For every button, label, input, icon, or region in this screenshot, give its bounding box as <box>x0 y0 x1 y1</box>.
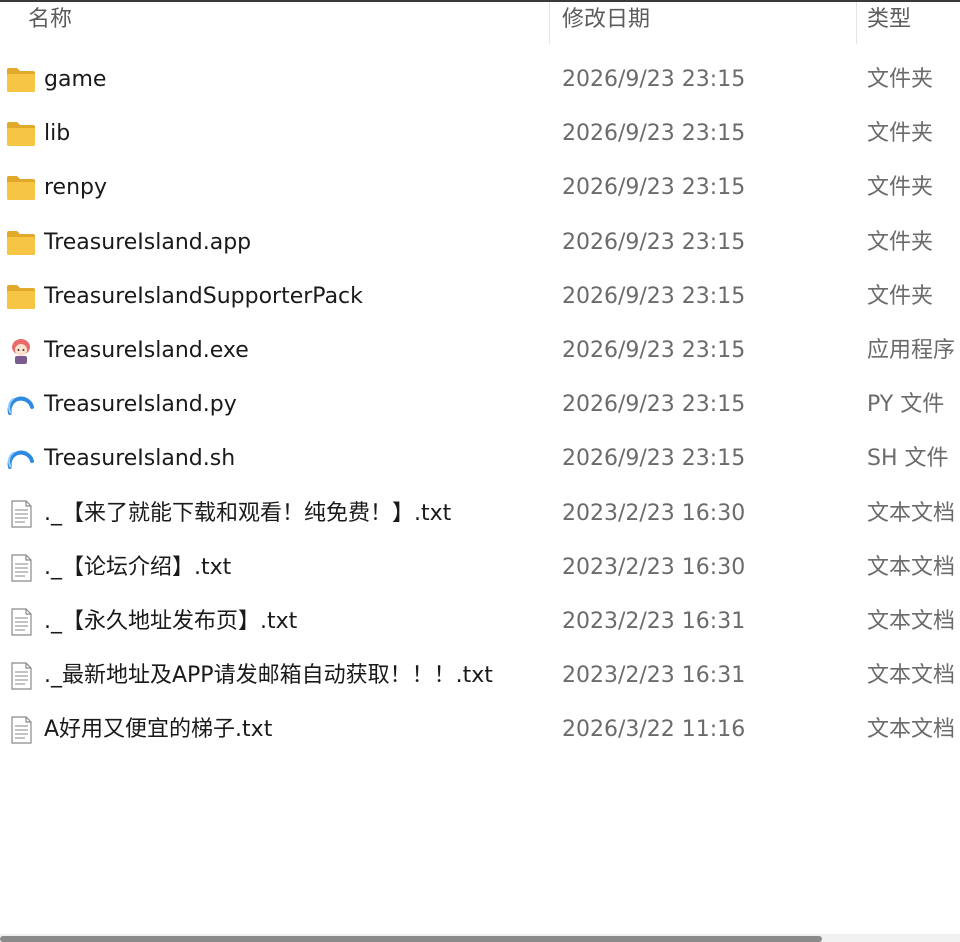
file-modified-date: 2026/9/23 23:15 <box>562 337 746 363</box>
file-type: 文件夹 <box>867 229 934 255</box>
file-type: 文件夹 <box>867 175 934 201</box>
file-modified-date: 2023/2/23 16:31 <box>562 608 746 634</box>
text-file-icon <box>5 662 37 690</box>
column-header-type[interactable]: 类型 <box>867 0 960 44</box>
file-name[interactable]: TreasureIslandSupporterPack <box>44 270 549 324</box>
file-type: 文本文档 <box>867 500 956 526</box>
app-character-icon <box>5 337 37 365</box>
text-file-icon <box>5 499 37 528</box>
file-type: 应用程序 <box>867 337 956 363</box>
folder-icon <box>5 229 37 257</box>
file-type: 文本文档 <box>867 608 956 634</box>
file-name[interactable]: TreasureIsland.app <box>44 216 549 270</box>
file-type: PY 文件 <box>867 392 945 418</box>
file-row[interactable]: lib 2026/9/23 23:15 文件夹 <box>0 107 960 161</box>
folder-icon <box>5 283 37 311</box>
column-header-bar: 名称 修改日期 类型 <box>0 0 960 44</box>
file-modified-date: 2026/9/23 23:15 <box>562 392 746 418</box>
file-explorer-list: 名称 修改日期 类型 game 2026/9/23 23:15 文件夹 lib 2026… <box>0 0 960 942</box>
column-divider-date-type[interactable] <box>856 2 857 44</box>
file-modified-date: 2023/2/23 16:30 <box>562 500 746 526</box>
script-ring-icon <box>5 391 37 419</box>
file-row[interactable]: TreasureIsland.app 2026/9/23 23:15 文件夹 <box>0 216 960 270</box>
file-name[interactable]: renpy <box>44 161 549 215</box>
file-row[interactable]: renpy 2026/9/23 23:15 文件夹 <box>0 161 960 215</box>
folder-icon <box>5 174 37 202</box>
file-modified-date: 2026/9/23 23:15 <box>562 67 746 92</box>
file-row[interactable]: ._【论坛介绍】.txt 2023/2/23 16:30 文本文档 <box>0 541 960 595</box>
file-row[interactable]: game 2026/9/23 23:15 文件夹 <box>0 53 960 107</box>
file-modified-date: 2026/3/22 11:16 <box>562 717 746 743</box>
file-row[interactable]: ._【来了就能下载和观看！纯免费！】.txt 2023/2/23 16:30 文本文… <box>0 487 960 541</box>
file-name[interactable]: A好用又便宜的梯子.txt <box>44 703 549 757</box>
column-divider-name-date[interactable] <box>549 2 550 44</box>
file-modified-date: 2023/2/23 16:30 <box>562 554 746 580</box>
file-type: 文件夹 <box>867 121 934 147</box>
file-modified-date: 2023/2/23 16:31 <box>562 663 746 689</box>
file-row[interactable]: TreasureIsland.py 2026/9/23 23:15 PY 文件 <box>0 378 960 432</box>
file-type: 文件夹 <box>867 283 934 309</box>
file-modified-date: 2026/9/23 23:15 <box>562 283 746 309</box>
file-name[interactable]: TreasureIsland.py <box>44 378 549 432</box>
file-type: 文本文档 <box>867 663 956 689</box>
file-name[interactable]: ._【论坛介绍】.txt <box>44 541 549 595</box>
horizontal-scrollbar[interactable] <box>0 934 960 942</box>
file-name[interactable]: TreasureIsland.sh <box>44 432 549 486</box>
file-modified-date: 2026/9/23 23:15 <box>562 446 746 472</box>
file-row[interactable]: A好用又便宜的梯子.txt 2026/3/22 11:16 文本文档 <box>0 703 960 757</box>
file-type: 文本文档 <box>867 554 956 580</box>
file-list: game 2026/9/23 23:15 文件夹 lib 2026/9/23 23:15… <box>0 53 960 757</box>
file-modified-date: 2026/9/23 23:15 <box>562 229 746 255</box>
folder-icon <box>5 120 37 148</box>
file-modified-date: 2026/9/23 23:15 <box>562 121 746 147</box>
file-row[interactable]: ._最新地址及APP请发邮箱自动获取！！！.txt 2023/2/23 16:31… <box>0 649 960 703</box>
file-type: SH 文件 <box>867 446 949 472</box>
file-modified-date: 2026/9/23 23:15 <box>562 175 746 201</box>
text-file-icon <box>5 608 37 636</box>
folder-icon <box>5 66 37 94</box>
text-file-icon <box>5 554 37 582</box>
file-row[interactable]: TreasureIsland.exe 2026/9/23 23:15 应用程序 <box>0 324 960 378</box>
file-name[interactable]: ._【永久地址发布页】.txt <box>44 595 549 649</box>
scrollbar-thumb[interactable] <box>0 936 822 942</box>
column-header-name[interactable]: 名称 <box>28 0 548 44</box>
file-type: 文件夹 <box>867 67 934 92</box>
column-header-date[interactable]: 修改日期 <box>562 0 852 44</box>
file-row[interactable]: TreasureIsland.sh 2026/9/23 23:15 SH 文件 <box>0 432 960 486</box>
text-file-icon <box>5 716 37 744</box>
file-name[interactable]: TreasureIsland.exe <box>44 324 549 378</box>
file-row[interactable]: ._【永久地址发布页】.txt 2023/2/23 16:31 文本文档 <box>0 595 960 649</box>
file-name[interactable]: ._【来了就能下载和观看！纯免费！】.txt <box>44 487 549 541</box>
file-name[interactable]: ._最新地址及APP请发邮箱自动获取！！！.txt <box>44 649 549 703</box>
file-type: 文本文档 <box>867 717 956 743</box>
file-name[interactable]: lib <box>44 107 549 161</box>
file-row[interactable]: TreasureIslandSupporterPack 2026/9/23 23:… <box>0 270 960 324</box>
file-name[interactable]: game <box>44 53 549 107</box>
script-ring-icon <box>5 445 37 473</box>
